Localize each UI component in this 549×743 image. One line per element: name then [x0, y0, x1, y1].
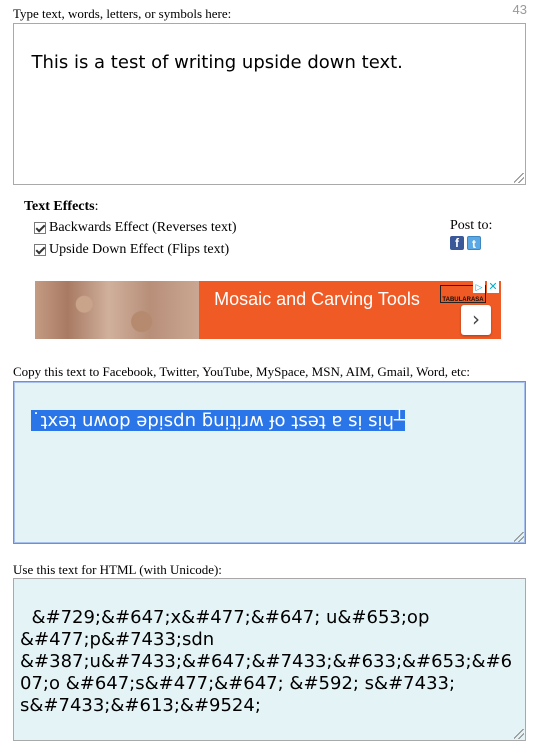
- twitter-icon[interactable]: t: [467, 236, 481, 251]
- source-text-input[interactable]: This is a test of writing upside down te…: [13, 23, 526, 185]
- upside-down-output[interactable]: ˙ʇxǝʇ uʍop ǝpᴉsdn ƃuᴉʇᴉɹʍ ɟo ʇsǝʇ ɐ sᴉ s…: [13, 381, 526, 544]
- facebook-icon[interactable]: f: [450, 236, 464, 250]
- ad-arrow-button[interactable]: ›: [461, 305, 491, 335]
- post-to-label: Post to:: [450, 218, 493, 233]
- ad-mosaic-image: [35, 281, 199, 339]
- backwards-effect-option[interactable]: Backwards Effect (Reverses text): [34, 220, 237, 236]
- adchoices-icon[interactable]: ▷: [473, 281, 485, 293]
- character-counter: 43: [512, 2, 527, 17]
- ad-headline[interactable]: Mosaic and Carving Tools: [207, 287, 427, 312]
- input-label: Type text, words, letters, or symbols he…: [13, 6, 232, 21]
- resize-grip-icon[interactable]: [514, 532, 524, 542]
- upside-down-output-value: ˙ʇxǝʇ uʍop ǝpᴉsdn ƃuᴉʇᴉɹʍ ɟo ʇsǝʇ ɐ sᴉ s…: [31, 410, 405, 431]
- backwards-effect-label: Backwards Effect (Reverses text): [49, 220, 237, 235]
- html-unicode-output-value: &#729;&#647;x&#477;&#647; u&#653;op &#47…: [20, 607, 513, 716]
- upside-down-effect-option[interactable]: Upside Down Effect (Flips text): [34, 242, 229, 258]
- upside-down-effect-checkbox[interactable]: [34, 244, 46, 256]
- upside-down-effect-label: Upside Down Effect (Flips text): [49, 242, 230, 257]
- advertisement-banner[interactable]: Mosaic and Carving Tools TABULARASA ▷ ✕ …: [35, 281, 501, 339]
- source-text-value: This is a test of writing upside down te…: [31, 52, 403, 73]
- ad-close-icon[interactable]: ✕: [487, 281, 499, 293]
- resize-grip-icon[interactable]: [514, 729, 524, 739]
- html-output-label: Use this text for HTML (with Unicode):: [13, 562, 222, 577]
- text-effects-heading: Text Effects:: [24, 199, 99, 214]
- html-unicode-output[interactable]: &#729;&#647;x&#477;&#647; u&#653;op &#47…: [13, 578, 526, 741]
- backwards-effect-checkbox[interactable]: [34, 222, 46, 234]
- copy-output-label: Copy this text to Facebook, Twitter, You…: [13, 364, 470, 379]
- resize-grip-icon[interactable]: [514, 173, 524, 183]
